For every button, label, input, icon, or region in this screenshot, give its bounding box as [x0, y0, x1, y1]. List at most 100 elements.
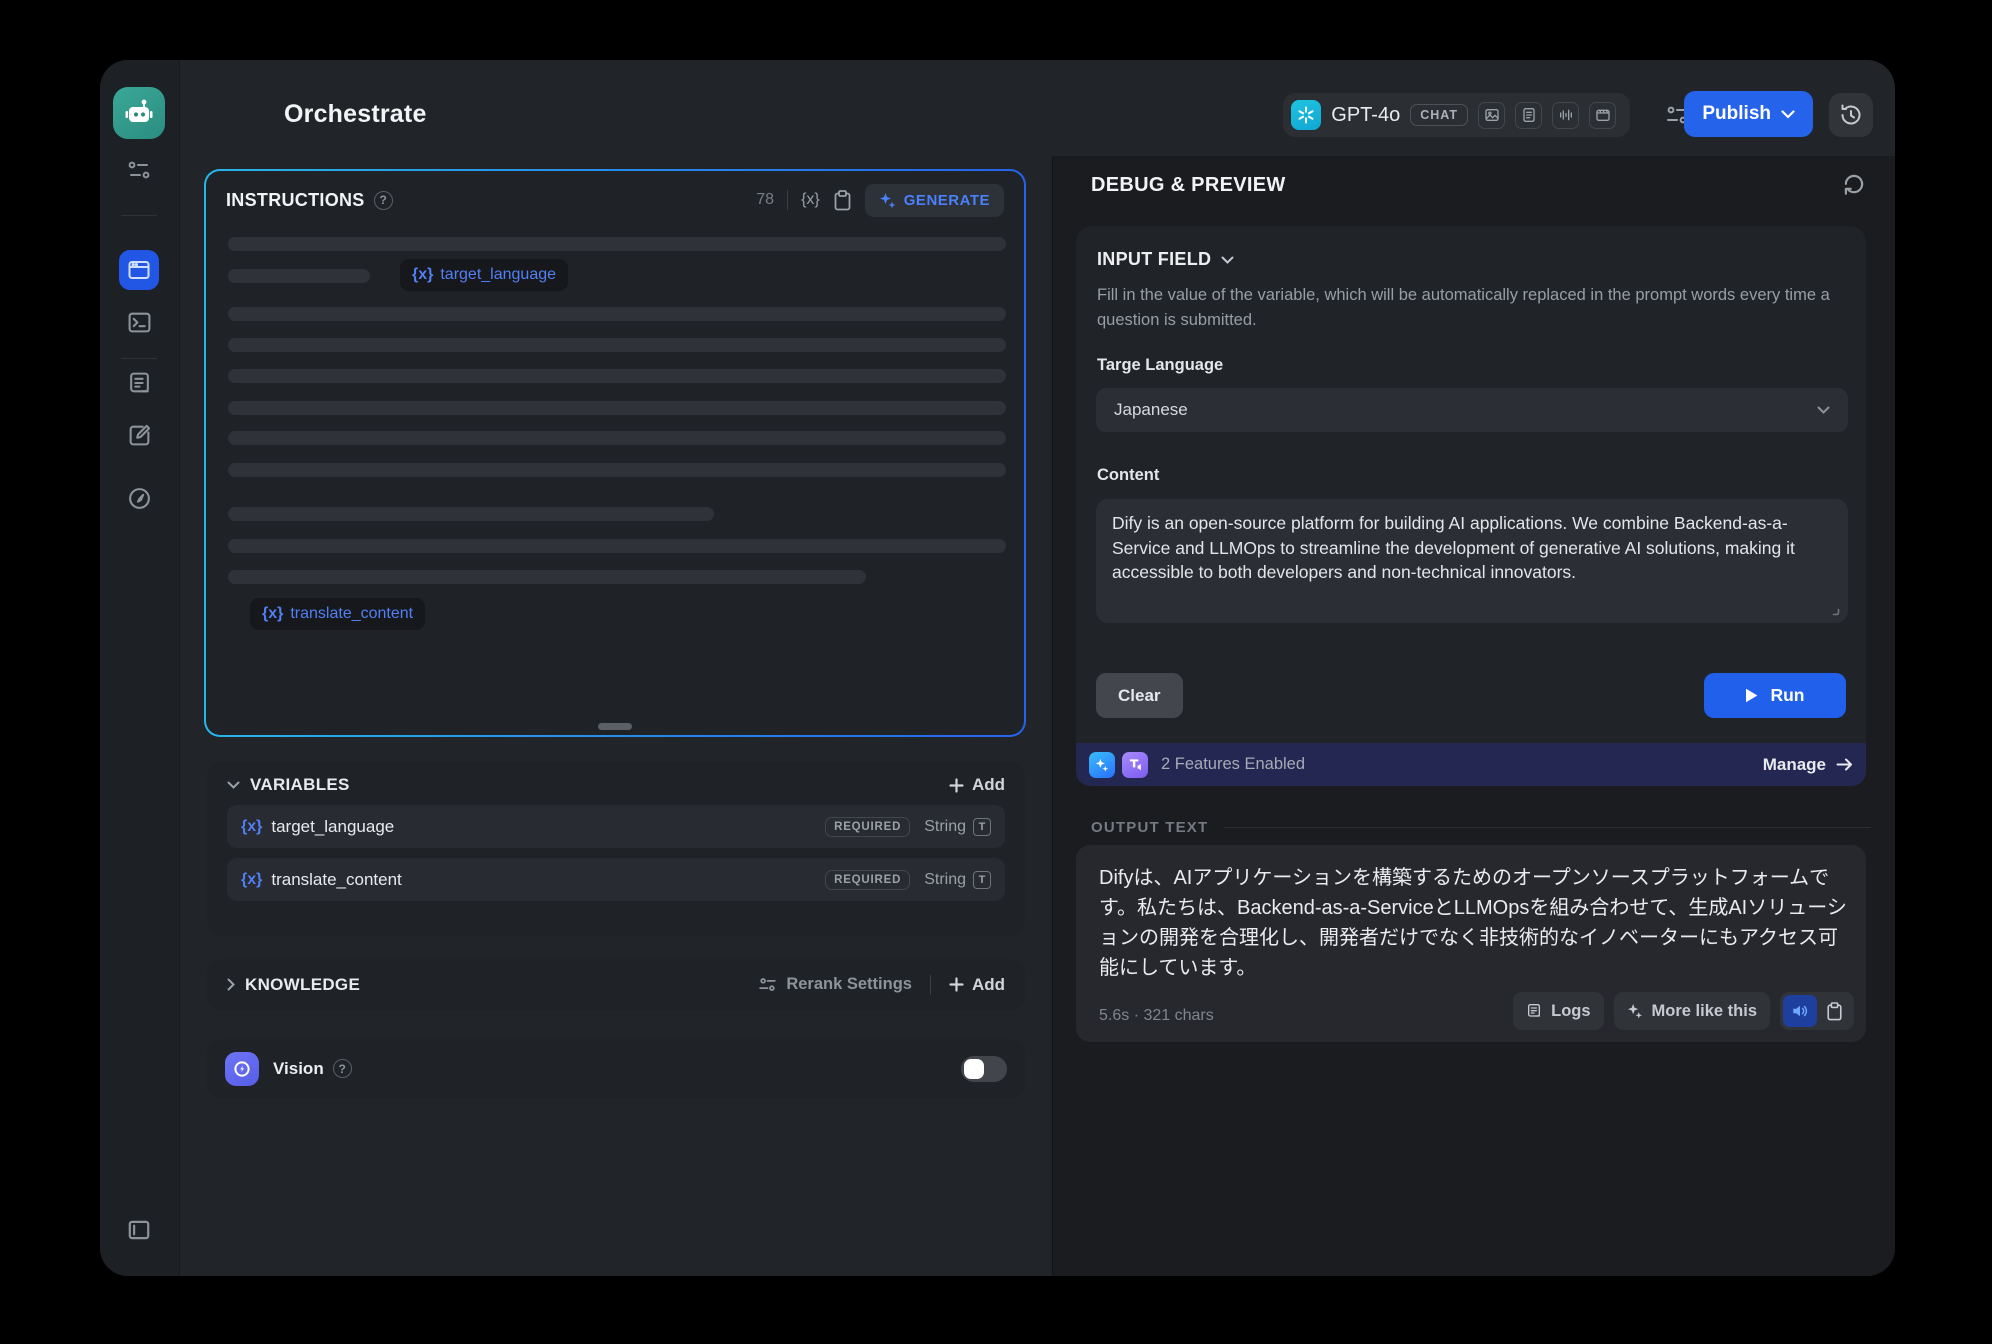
history-clock-icon [1839, 103, 1863, 127]
rerank-label: Rerank Settings [786, 975, 912, 994]
chevron-down-icon [1817, 406, 1830, 414]
variable-token: {x} [262, 605, 283, 623]
clear-label: Clear [1118, 686, 1161, 706]
add-knowledge-button[interactable]: Add [949, 975, 1005, 995]
divider [1224, 827, 1871, 828]
chevron-down-icon[interactable] [227, 781, 240, 789]
icon-rail [100, 60, 180, 1276]
variable-token: {x} [241, 871, 262, 889]
output-text-header: OUTPUT TEXT [1091, 819, 1871, 836]
generate-label: GENERATE [904, 192, 990, 209]
audio-copy-group [1780, 992, 1854, 1030]
variable-row[interactable]: {x} target_language REQUIRED String T [227, 805, 1005, 848]
sidebar-item-orchestrate[interactable] [119, 150, 159, 190]
input-field-title[interactable]: INPUT FIELD [1097, 249, 1234, 270]
resize-drag-handle[interactable] [598, 723, 632, 730]
variable-name: target_language [271, 817, 394, 837]
help-icon[interactable]: ? [333, 1059, 352, 1078]
run-label: Run [1770, 685, 1804, 706]
sidebar-item-prompt-editor[interactable] [119, 250, 159, 290]
variable-type: String [924, 871, 966, 889]
sparkles-icon [1627, 1003, 1643, 1019]
variable-name: translate_content [271, 870, 401, 890]
instructions-panel[interactable]: INSTRUCTIONS ? 78 {x} [204, 169, 1026, 737]
variable-token: {x} [241, 818, 262, 836]
chevron-down-icon [1221, 256, 1234, 264]
copy-output-button[interactable] [1817, 995, 1851, 1027]
run-button[interactable]: Run [1704, 673, 1846, 718]
help-icon[interactable]: ? [374, 191, 393, 210]
variable-row[interactable]: {x} translate_content REQUIRED String T [227, 858, 1005, 901]
copy-prompt-button[interactable] [833, 190, 852, 211]
chat-mode-badge: CHAT [1410, 104, 1468, 126]
arrow-right-icon [1836, 758, 1853, 771]
play-icon [1745, 688, 1758, 703]
required-badge: REQUIRED [825, 870, 910, 890]
chevron-right-icon[interactable] [227, 978, 235, 991]
collapse-panel-button[interactable] [119, 1210, 159, 1250]
generation-feature-icon [1089, 752, 1115, 778]
logs-button[interactable]: Logs [1513, 992, 1603, 1030]
string-type-icon[interactable]: T [973, 871, 991, 889]
content-textarea[interactable]: Dify is an open-source platform for buil… [1096, 499, 1848, 623]
output-card: Difyは、AIアプリケーションを構築するためのオープンソースプラットフォームで… [1076, 845, 1866, 1042]
rerank-settings-button[interactable]: Rerank Settings [758, 975, 912, 994]
sidebar-item-annotation[interactable] [119, 415, 159, 455]
history-button[interactable] [1829, 93, 1873, 137]
openai-model-icon [1291, 100, 1321, 130]
divider [930, 975, 931, 995]
more-like-this-label: More like this [1652, 1002, 1757, 1021]
toggle-knob [964, 1059, 984, 1079]
output-stats: 5.6s · 321 chars [1099, 1007, 1214, 1025]
audio-capability-icon [1552, 102, 1579, 129]
char-count: 78 [756, 191, 774, 209]
annotation-edit-icon [127, 423, 152, 448]
vision-toggle[interactable] [961, 1056, 1007, 1082]
sidebar-item-monitoring[interactable] [119, 478, 159, 518]
input-field-label: INPUT FIELD [1097, 249, 1211, 270]
gauge-compass-icon [127, 486, 152, 511]
vision-feature-icon [225, 1052, 259, 1086]
publish-button[interactable]: Publish [1684, 91, 1813, 137]
more-like-this-button[interactable]: More like this [1614, 992, 1770, 1030]
content-label: Content [1097, 466, 1159, 485]
restart-debug-button[interactable] [1841, 172, 1867, 198]
model-selector[interactable]: GPT-4o CHAT [1283, 93, 1630, 137]
add-label: Add [972, 775, 1005, 795]
clear-button[interactable]: Clear [1096, 673, 1183, 718]
prompt-variable-chip[interactable]: {x} translate_content [250, 598, 425, 630]
sparkles-icon [879, 192, 896, 209]
variable-token: {x} [412, 266, 433, 284]
manage-features-button[interactable]: Manage [1763, 755, 1853, 775]
sidebar-item-logs[interactable] [119, 363, 159, 403]
play-audio-button[interactable] [1783, 995, 1817, 1027]
knowledge-title: KNOWLEDGE [245, 975, 360, 995]
orchestrate-panel: INSTRUCTIONS ? 78 {x} [180, 156, 1052, 1276]
top-header: Orchestrate GPT-4o CHAT [180, 60, 1895, 156]
divider [787, 190, 788, 210]
add-variable-button[interactable]: Add [949, 775, 1005, 795]
resize-grip-icon[interactable] [1828, 604, 1840, 616]
features-enabled-bar[interactable]: 2 Features Enabled Manage [1076, 743, 1866, 786]
variable-name: translate_content [290, 605, 413, 623]
target-language-label: Targe Language [1097, 356, 1223, 375]
page-title: Orchestrate [284, 100, 427, 129]
document-list-icon [127, 371, 152, 396]
sidebar-item-terminal[interactable] [119, 302, 159, 342]
manage-label: Manage [1763, 755, 1826, 775]
browser-window-icon [127, 258, 151, 282]
logs-icon [1526, 1002, 1542, 1020]
output-text-label: OUTPUT TEXT [1091, 819, 1208, 836]
plus-icon [949, 778, 964, 793]
app-robot-icon[interactable] [113, 87, 165, 139]
target-language-select[interactable]: Japanese [1096, 388, 1848, 432]
vision-label: Vision [273, 1059, 324, 1079]
publish-label: Publish [1702, 103, 1771, 125]
clipboard-icon [833, 190, 852, 211]
robot-icon [123, 97, 155, 129]
generate-button[interactable]: GENERATE [865, 184, 1004, 217]
terminal-icon [127, 310, 152, 335]
insert-variable-button[interactable]: {x} [801, 191, 820, 209]
prompt-variable-chip[interactable]: {x} target_language [400, 259, 568, 291]
string-type-icon[interactable]: T [973, 818, 991, 836]
